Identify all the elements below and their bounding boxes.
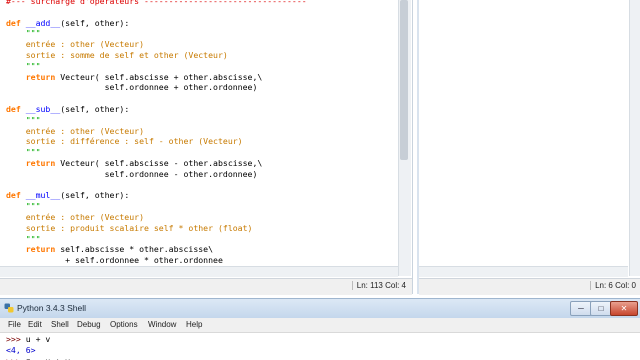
code-line-token: return xyxy=(6,157,61,168)
code-line-token: def xyxy=(6,190,26,201)
code-line-token: return xyxy=(6,71,61,82)
code-line: entrée : other (Vecteur) xyxy=(6,212,402,223)
code-line: return Vecteur( self.abscisse - other.ab… xyxy=(6,158,402,169)
python-icon xyxy=(4,303,14,313)
code-line-token: #--- surcharge d'opérateurs ------------… xyxy=(6,0,307,6)
code-line-token: Vecteur( self.abscisse - other.abscisse,… xyxy=(60,157,263,168)
code-line-token: sortie : somme de self et other (Vecteur… xyxy=(6,49,228,60)
shell-console[interactable]: >>> u + v<4, 6>>>> z = u + v xyxy=(6,334,626,360)
second-editor-horizontal-scrollbar[interactable] xyxy=(419,266,628,277)
code-line-token: self.abscisse * other.abscisse\ xyxy=(60,244,214,255)
code-line-token: self.ordonnee + other.ordonnee) xyxy=(6,82,258,93)
code-line-token: (self, other): xyxy=(60,17,130,28)
menu-options[interactable]: Options xyxy=(110,320,138,329)
code-line: + self.ordonnee * other.ordonnee xyxy=(6,255,402,266)
editor-window[interactable]: #--- surcharge d'opérateurs ------------… xyxy=(0,0,413,295)
code-line-token: + self.ordonnee * other.ordonnee xyxy=(6,255,223,266)
second-editor-vertical-scrollbar[interactable] xyxy=(629,0,640,276)
code-line: entrée : other (Vecteur) xyxy=(6,39,402,50)
code-line: sortie : somme de self et other (Vecteur… xyxy=(6,50,402,61)
code-line-token: """ xyxy=(6,60,41,71)
shell-title-bar[interactable]: Python 3.4.3 Shell ─ □ ✕ xyxy=(0,298,640,318)
code-line: sortie : produit scalaire self * other (… xyxy=(6,223,402,234)
menu-file[interactable]: File xyxy=(8,320,21,329)
shell-line: <4, 6> xyxy=(6,345,626,356)
code-line: """ xyxy=(6,61,402,72)
editor-status-bar: Ln: 113 Col: 4 xyxy=(0,278,412,295)
code-line-token: entrée : other (Vecteur) xyxy=(6,39,145,50)
menu-debug[interactable]: Debug xyxy=(77,320,101,329)
code-line: """ xyxy=(6,115,402,126)
code-line-token: """ xyxy=(6,201,41,212)
code-line-token: (self, other): xyxy=(60,103,130,114)
code-line: def __add__(self, other): xyxy=(6,18,402,29)
code-line-token: entrée : other (Vecteur) xyxy=(6,125,145,136)
code-line: #--- surcharge d'opérateurs ------------… xyxy=(6,0,402,7)
shell-line: >>> u + v xyxy=(6,334,626,345)
code-line-token: __mul__ xyxy=(25,190,61,201)
minimize-button[interactable]: ─ xyxy=(570,301,592,316)
editor-horizontal-scrollbar[interactable] xyxy=(0,266,398,277)
editor-scroll-thumb[interactable] xyxy=(400,0,408,160)
code-line: """ xyxy=(6,147,402,158)
editor-cursor-position: Ln: 113 Col: 4 xyxy=(351,281,406,290)
code-line: sortie : différence : self - other (Vect… xyxy=(6,136,402,147)
menu-help[interactable]: Help xyxy=(186,320,202,329)
code-line: self.ordonnee - other.ordonnee) xyxy=(6,169,402,180)
second-editor-window[interactable]: Ln: 6 Col: 0 xyxy=(417,0,640,295)
code-line-token: def xyxy=(6,103,26,114)
code-line: self.ordonnee + other.ordonnee) xyxy=(6,82,402,93)
code-line-token: __sub__ xyxy=(25,103,61,114)
code-line-token: self.ordonnee - other.ordonnee) xyxy=(6,168,258,179)
shell-line-token: >>> xyxy=(6,334,26,344)
close-button[interactable]: ✕ xyxy=(610,301,638,316)
code-line-token: return xyxy=(6,244,61,255)
menu-window[interactable]: Window xyxy=(148,320,176,329)
code-line-token: """ xyxy=(6,114,41,125)
code-line: """ xyxy=(6,201,402,212)
code-line: """ xyxy=(6,234,402,245)
code-line-token: __add__ xyxy=(25,17,61,28)
code-line: entrée : other (Vecteur) xyxy=(6,126,402,137)
shell-line-token: <4, 6> xyxy=(6,344,36,355)
code-line: def __sub__(self, other): xyxy=(6,104,402,115)
maximize-button[interactable]: □ xyxy=(590,301,612,316)
python-shell-window[interactable]: Python 3.4.3 Shell ─ □ ✕ File Edit Shell… xyxy=(0,298,640,360)
code-line: return Vecteur( self.abscisse + other.ab… xyxy=(6,72,402,83)
second-editor-status-bar: Ln: 6 Col: 0 xyxy=(419,278,640,295)
code-line-token: def xyxy=(6,17,26,28)
code-line: """ xyxy=(6,28,402,39)
code-line-token: sortie : différence : self - other (Vect… xyxy=(6,136,243,147)
shell-line-token: z = u + v xyxy=(26,356,70,360)
code-line-token: """ xyxy=(6,28,41,39)
code-line-token: entrée : other (Vecteur) xyxy=(6,211,145,222)
code-line-token: """ xyxy=(6,233,41,244)
code-line-token: """ xyxy=(6,147,41,158)
shell-line-token: u + v xyxy=(25,334,51,344)
shell-title: Python 3.4.3 Shell xyxy=(17,303,86,313)
menu-edit[interactable]: Edit xyxy=(28,320,42,329)
shell-line-token: >>> xyxy=(6,356,26,360)
code-area[interactable]: #--- surcharge d'opérateurs ------------… xyxy=(6,0,402,266)
shell-line: >>> z = u + v xyxy=(6,356,626,360)
code-line: def __mul__(self, other): xyxy=(6,190,402,201)
code-line-token: Vecteur( self.abscisse + other.abscisse,… xyxy=(60,71,263,82)
second-editor-cursor-position: Ln: 6 Col: 0 xyxy=(590,281,636,290)
shell-menu-bar: File Edit Shell Debug Options Window Hel… xyxy=(0,318,640,333)
code-line: return self.abscisse * other.abscisse\ xyxy=(6,244,402,255)
code-line-token: sortie : produit scalaire self * other (… xyxy=(6,222,253,233)
menu-shell[interactable]: Shell xyxy=(51,320,69,329)
code-line-token: (self, other): xyxy=(60,190,130,201)
